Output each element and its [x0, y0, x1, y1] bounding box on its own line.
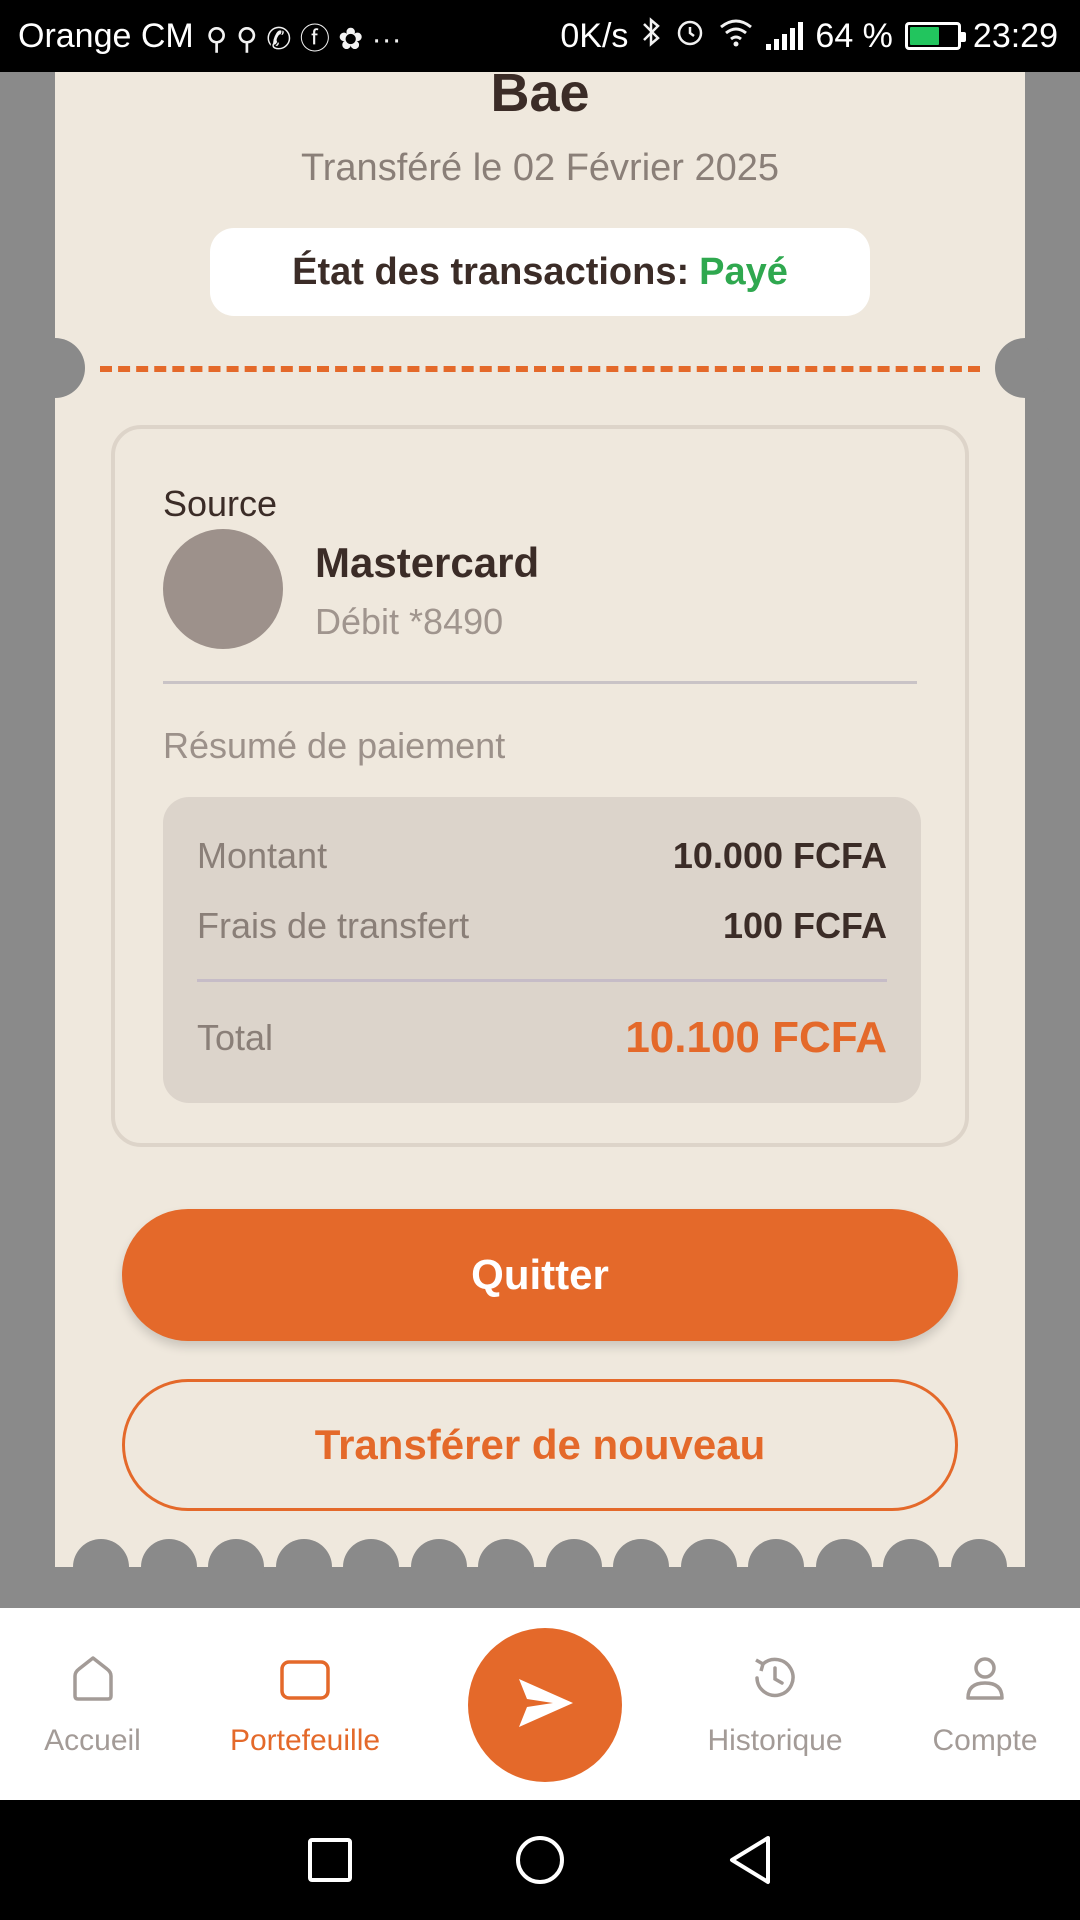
ticket-scalloped-edge — [73, 1539, 1007, 1595]
carrier-name: Orange CM — [18, 16, 194, 55]
history-icon — [747, 1650, 803, 1714]
divider — [163, 681, 917, 684]
payment-summary-title: Résumé de paiement — [163, 725, 506, 766]
recent-apps-button[interactable] — [300, 1830, 360, 1890]
nav-account[interactable]: Compte — [910, 1608, 1060, 1800]
amount-label: Montant — [197, 835, 328, 876]
signal-icon — [766, 22, 804, 50]
total-row: Total 10.100 FCFA — [197, 1013, 887, 1063]
nav-wallet[interactable]: Portefeuille — [215, 1608, 395, 1800]
transaction-status-value: Payé — [699, 250, 788, 293]
source-label: Source — [163, 483, 278, 524]
user-icon — [957, 1650, 1013, 1714]
nav-history-label: Historique — [707, 1724, 843, 1757]
wallet-icon — [277, 1650, 333, 1714]
fee-row: Frais de transfert 100 FCFA — [197, 905, 887, 947]
payment-details: Source Mastercard Débit *8490 Résumé de … — [111, 425, 969, 1147]
nav-account-label: Compte — [932, 1724, 1038, 1757]
battery-percent: 64 % — [815, 16, 893, 55]
home-icon — [65, 1650, 121, 1714]
nav-home-label: Accueil — [44, 1724, 141, 1757]
wifi-icon — [718, 17, 754, 55]
send-icon — [513, 1671, 577, 1740]
ticket-perforation — [100, 366, 980, 372]
card-avatar — [163, 529, 283, 649]
home-button[interactable] — [510, 1830, 570, 1890]
fee-label: Frais de transfert — [197, 905, 470, 946]
send-money-button[interactable] — [468, 1628, 622, 1782]
transaction-status: État des transactions: Payé — [210, 228, 870, 316]
recipient-name: Bae — [490, 63, 590, 112]
payment-summary-card: Montant 10.000 FCFA Frais de transfert 1… — [163, 797, 921, 1103]
ticket-notch-left — [25, 338, 85, 398]
back-button[interactable] — [720, 1830, 780, 1890]
amount-row: Montant 10.000 FCFA — [197, 835, 887, 877]
amount-value: 10.000 FCFA — [672, 835, 887, 876]
nav-home[interactable]: Accueil — [20, 1608, 165, 1800]
battery-icon — [904, 22, 966, 50]
notification-icons: ⚲ ⚲ ✆ ⓕ ✿ ··· — [205, 23, 402, 56]
source-card-name: Mastercard — [315, 539, 540, 586]
bluetooth-icon — [640, 16, 662, 56]
transaction-status-label: État des transactions: — [292, 250, 690, 293]
fee-value: 100 FCFA — [722, 905, 887, 946]
ticket-notch-right — [995, 338, 1055, 398]
transfer-again-button[interactable]: Transférer de nouveau — [122, 1379, 958, 1511]
alarm-icon — [674, 16, 706, 56]
total-label: Total — [197, 1017, 274, 1058]
bottom-navigation: Accueil Portefeuille Historique Compte — [0, 1608, 1080, 1800]
nav-history[interactable]: Historique — [690, 1608, 860, 1800]
system-navigation-bar — [0, 1800, 1080, 1920]
quit-button[interactable]: Quitter — [122, 1209, 958, 1341]
summary-divider — [197, 979, 887, 982]
transfer-date: Transféré le 02 Février 2025 — [300, 147, 780, 189]
network-speed: 0K/s — [560, 16, 629, 55]
transaction-receipt: Bae Transféré le 02 Février 2025 État de… — [25, 63, 1055, 1595]
clock: 23:29 — [972, 16, 1058, 55]
nav-wallet-label: Portefeuille — [229, 1724, 381, 1757]
total-value: 10.100 FCFA — [625, 1013, 887, 1062]
source-card-detail: Débit *8490 — [315, 601, 504, 642]
